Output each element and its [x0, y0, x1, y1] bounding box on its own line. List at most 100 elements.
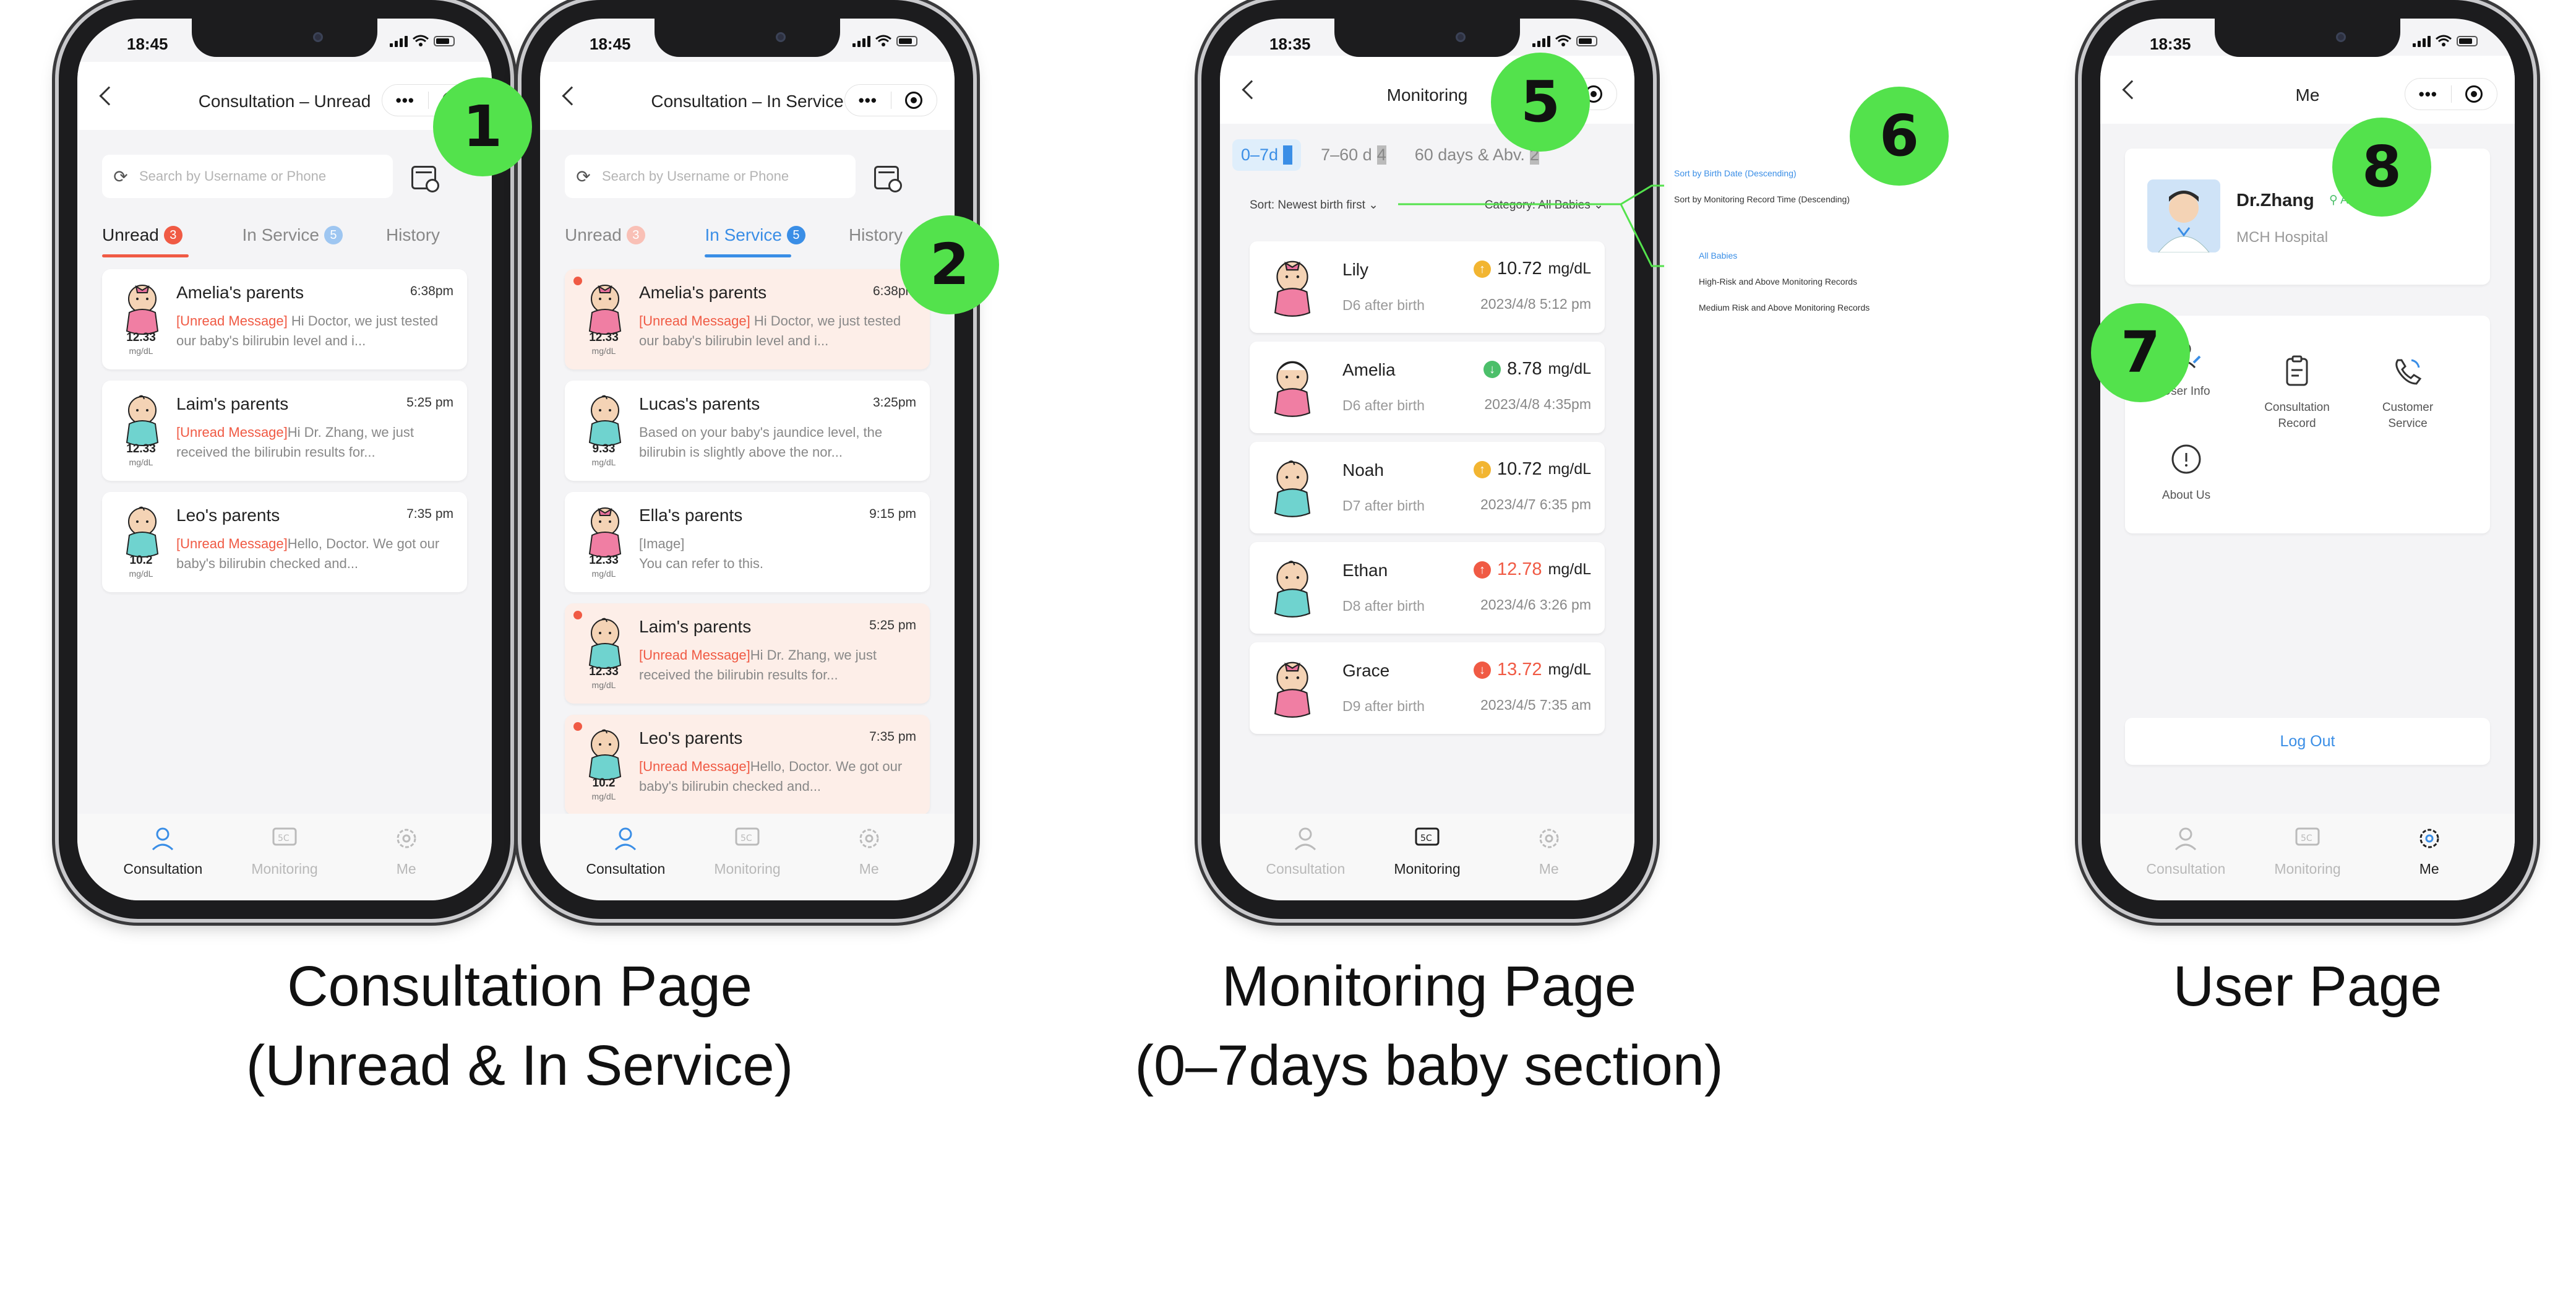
unread-tag: [Unread Message]	[176, 313, 288, 329]
tab-me[interactable]: Me	[345, 814, 467, 900]
tab-label: Monitoring	[1394, 861, 1461, 877]
close-miniapp-icon[interactable]	[891, 92, 937, 109]
baby-card[interactable]: Noah D7 after birth ↑ 10.72 mg/dL 2023/4/7…	[1250, 442, 1605, 533]
reading-unit: mg/dL	[1548, 360, 1591, 377]
tab-unread[interactable]: Unread 3	[565, 217, 686, 254]
baby-card[interactable]: Amelia D6 after birth ↓ 8.78 mg/dL 2023/4/…	[1250, 342, 1605, 433]
tab-monitoring[interactable]: 5C Monitoring	[687, 814, 809, 900]
baby-age: D7 after birth	[1342, 498, 1425, 514]
list-item[interactable]: 10.2 mg/dL Leo's parents 7:35 pm [Unread…	[102, 492, 467, 592]
annotation-marker-5: 5	[1491, 53, 1590, 152]
tab-monitoring[interactable]: 5C Monitoring	[1367, 814, 1488, 900]
unread-dot	[573, 611, 582, 619]
category-option-medium-risk[interactable]: Medium Risk and Above Monitoring Records	[1699, 303, 1870, 312]
svg-text:5C: 5C	[741, 834, 752, 843]
bilirubin-unit: mg/dL	[129, 457, 153, 467]
tab-in-service[interactable]: In Service 5	[223, 217, 345, 254]
calendar-search-icon[interactable]	[874, 166, 902, 192]
tab-consultation[interactable]: Consultation	[565, 814, 687, 900]
list-item[interactable]: 10.2 mg/dL Leo's parents 7:35 pm [Unread…	[565, 715, 930, 815]
caption-line: User Page	[2173, 955, 2442, 1018]
battery-icon	[1576, 35, 1597, 46]
baby-card[interactable]: Grace D9 after birth ↓ 13.72 mg/dL 2023/4/…	[1250, 642, 1605, 734]
signal-icon	[2413, 35, 2431, 47]
unread-dot	[573, 722, 582, 731]
tab-history[interactable]: History	[345, 217, 466, 254]
count-badge: 5	[1283, 145, 1293, 165]
user-icon	[615, 827, 637, 851]
notch	[2215, 19, 2400, 57]
list-item[interactable]: 12.33 mg/dL Ella's parents 9:15 pm [Imag…	[565, 492, 930, 592]
list-item[interactable]: 12.33 mg/dL Amelia's parents 6:38pm [Unr…	[565, 269, 930, 369]
tab-me[interactable]: Me	[808, 814, 930, 900]
caption-line: (0–7days baby section)	[1135, 1034, 1724, 1097]
tab-monitoring[interactable]: 5C Monitoring	[2247, 814, 2369, 900]
more-icon[interactable]: •••	[845, 91, 891, 110]
signal-icon	[390, 35, 408, 47]
customer-service-button[interactable]: Customer Service	[2355, 338, 2460, 448]
sender-name: Lucas's parents	[639, 394, 760, 413]
baby-card[interactable]: Ethan D8 after birth ↑ 12.78 mg/dL 2023/4/…	[1250, 542, 1605, 634]
tab-consultation[interactable]: Consultation	[1245, 814, 1367, 900]
baby-boy-avatar	[588, 729, 622, 780]
more-icon[interactable]: •••	[382, 91, 428, 110]
baby-girl-avatar	[1274, 261, 1311, 317]
nav-bar: Me •••	[2100, 56, 2515, 124]
tab-label: 60 days & Abv.	[1414, 145, 1525, 164]
more-icon[interactable]: •••	[2405, 85, 2451, 104]
wifi-icon	[1555, 35, 1571, 46]
service-label: Customer Service	[2382, 401, 2434, 430]
sort-option-record-time[interactable]: Sort by Monitoring Record Time (Descendi…	[1674, 194, 1850, 204]
tab-label: Consultation	[586, 861, 666, 877]
status-icons	[852, 35, 917, 47]
tab-0-7-days[interactable]: 0–7d 5	[1232, 139, 1302, 171]
person-check-icon: ⚲	[2329, 194, 2341, 207]
list-item[interactable]: 12.33 mg/dL Laim's parents 5:25 pm [Unre…	[102, 381, 467, 481]
mini-program-capsule[interactable]: •••	[844, 84, 937, 116]
status-icons	[390, 35, 455, 47]
message-preview: [Unread Message] Hi Doctor, we just test…	[639, 311, 917, 351]
unread-dot	[573, 277, 582, 285]
bottom-tab-bar: Consultation 5C Monitoring Me	[2100, 814, 2515, 900]
message-time: 6:38pm	[410, 284, 453, 298]
search-placeholder: Search by Username or Phone	[602, 168, 789, 184]
close-miniapp-icon[interactable]	[2452, 85, 2497, 103]
logout-button[interactable]: Log Out	[2125, 718, 2490, 765]
search-input[interactable]: ⟳ Search by Username or Phone	[565, 155, 856, 198]
message-text: [Image] You can refer to this.	[639, 536, 763, 571]
tab-7-60-days[interactable]: 7–60 d 4	[1312, 139, 1395, 171]
baby-name: Amelia	[1342, 360, 1396, 379]
battery-icon	[896, 35, 917, 46]
tab-unread[interactable]: Unread 3	[102, 217, 223, 257]
category-option-high-risk[interactable]: High-Risk and Above Monitoring Records	[1699, 277, 1857, 287]
bottom-tab-bar: Consultation 5C Monitoring Me	[540, 814, 955, 900]
message-preview: [Image] You can refer to this.	[639, 534, 917, 574]
list-item[interactable]: 12.33 mg/dL Laim's parents 5:25 pm [Unre…	[565, 603, 930, 704]
about-us-button[interactable]: About Us	[2134, 442, 2239, 504]
gear-icon	[859, 829, 879, 848]
tab-monitoring[interactable]: 5C Monitoring	[224, 814, 346, 900]
baby-girl-avatar	[1274, 361, 1311, 417]
list-item[interactable]: 12.33 mg/dL Amelia's parents 6:38pm [Unr…	[102, 269, 467, 369]
tab-consultation[interactable]: Consultation	[102, 814, 224, 900]
calendar-search-icon[interactable]	[411, 166, 439, 192]
tab-consultation[interactable]: Consultation	[2125, 814, 2247, 900]
reading-time: 2023/4/8 4:35pm	[1484, 396, 1591, 412]
tab-in-service[interactable]: In Service 5	[686, 217, 807, 257]
tab-label: Monitoring	[714, 861, 781, 877]
tab-label: Monitoring	[2274, 861, 2341, 877]
category-option-all[interactable]: All Babies	[1699, 251, 1737, 261]
baby-name: Ethan	[1342, 561, 1388, 580]
consultation-record-button[interactable]: Consultation Record	[2244, 338, 2350, 448]
list-item[interactable]: 9.33 mg/dL Lucas's parents 3:25pm Based …	[565, 381, 930, 481]
mini-program-capsule[interactable]: •••	[2405, 78, 2497, 110]
tab-label: 7–60 d	[1321, 145, 1372, 164]
sort-dropdown[interactable]: Sort: Newest birth first ⌄	[1250, 199, 1378, 212]
bilirubin-value: 12.33	[589, 331, 619, 344]
search-input[interactable]: ⟳ Search by Username or Phone	[102, 155, 393, 198]
notch	[192, 19, 377, 57]
tab-me[interactable]: Me	[1488, 814, 1610, 900]
sort-option-birth-date[interactable]: Sort by Birth Date (Descending)	[1674, 168, 1797, 178]
tab-me[interactable]: Me	[2368, 814, 2490, 900]
gear-icon	[1539, 829, 1559, 848]
